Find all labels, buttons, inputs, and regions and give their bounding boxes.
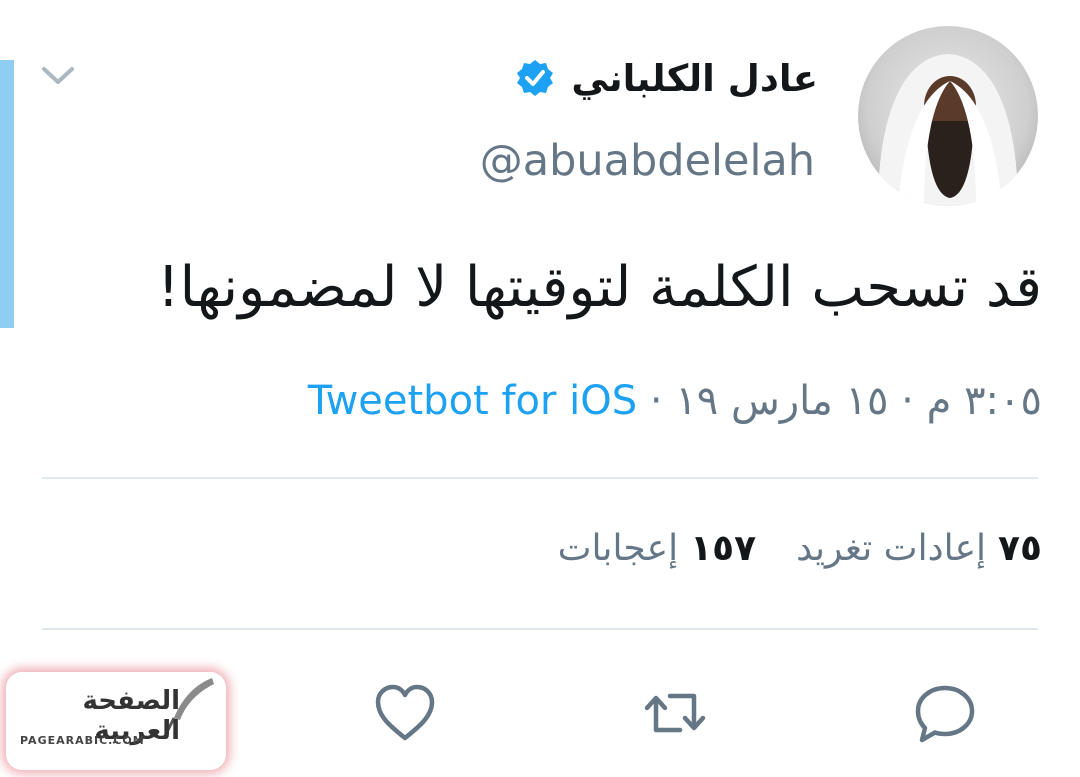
retweet-icon[interactable]: [640, 678, 710, 748]
tweet-timestamp: ٣:٠٥ م · ١٥ مارس ١٩ ·: [649, 378, 1042, 424]
divider: [42, 628, 1038, 630]
retweets-count: ٧٥: [998, 528, 1042, 569]
tweet-meta: ٣:٠٥ م · ١٥ مارس ١٩ · Tweetbot for iOS: [308, 378, 1042, 424]
watermark-url: PAGEARABIC.COM: [20, 734, 145, 747]
author-name-row[interactable]: عادل الكلباني: [515, 50, 818, 106]
tweet-source-link[interactable]: Tweetbot for iOS: [308, 378, 637, 424]
chevron-down-icon[interactable]: [38, 60, 78, 90]
user-handle[interactable]: @abuabdelelah: [480, 136, 815, 186]
retweets-label: إعادات تغريد: [796, 528, 987, 569]
avatar[interactable]: [858, 26, 1038, 206]
watermark-logo: الصفحة العربية PAGEARABIC.COM: [6, 672, 226, 770]
divider: [42, 477, 1038, 479]
tweet-text: قد تسحب الكلمة لتوقيتها لا لمضمونها!: [157, 255, 1042, 320]
display-name[interactable]: عادل الكلباني: [571, 57, 818, 100]
likes-label: إعجابات: [557, 528, 679, 569]
likes-count: ١٥٧: [690, 528, 757, 569]
retweets-stat[interactable]: ٧٥ إعادات تغريد: [796, 528, 1042, 569]
verified-badge-icon: [517, 60, 554, 96]
avatar-image: [878, 54, 1018, 206]
engagement-stats: ٧٥ إعادات تغريد ١٥٧ إعجابات: [558, 528, 1042, 569]
reply-icon[interactable]: [910, 678, 980, 748]
likes-stat[interactable]: ١٥٧ إعجابات: [558, 528, 757, 569]
thread-accent-bar: [0, 60, 14, 328]
heart-icon[interactable]: [370, 678, 440, 748]
